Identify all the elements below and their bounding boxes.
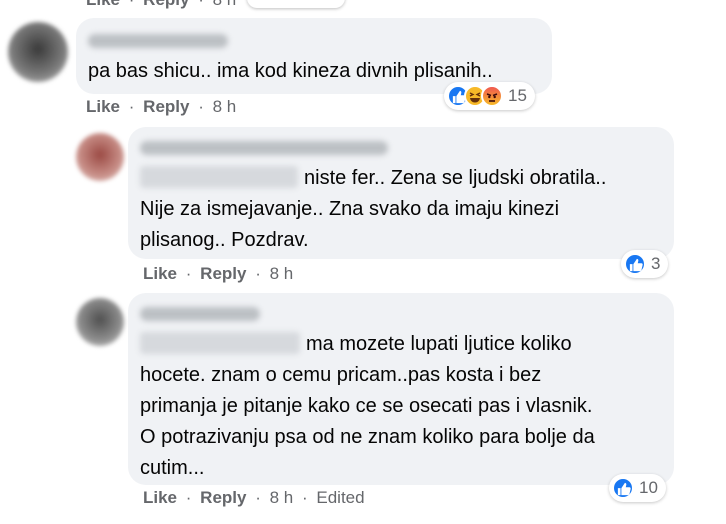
reply-link[interactable]: Reply [200, 488, 246, 507]
reactions-summary[interactable]: 3 [621, 250, 669, 278]
like-link[interactable]: Like [143, 264, 177, 283]
comment-bubble: niste fer.. Zena se ljudski obratila.. N… [128, 127, 674, 259]
comment-text: niste fer.. Zena se ljudski obratila.. N… [140, 166, 607, 251]
reply-link[interactable]: Reply [143, 97, 189, 116]
author-name[interactable] [140, 307, 260, 321]
reaction-count: 3 [651, 254, 661, 273]
mention-link[interactable] [140, 166, 298, 188]
comment-text: ma mozete lupati ljutice koliko hocete. … [140, 332, 595, 479]
like-icon [624, 253, 646, 275]
comment-actions: Like · Reply · 8 h [143, 264, 294, 283]
comment-actions: Like · Reply · 8 h · Edited [143, 488, 365, 507]
comment-bubble: ma mozete lupati ljutice koliko hocete. … [128, 293, 674, 485]
author-name[interactable] [88, 34, 228, 48]
reactions-summary[interactable] [247, 0, 345, 8]
reply-link[interactable]: Reply [143, 0, 189, 9]
comment-time[interactable]: 8 h [270, 264, 294, 283]
comment-time[interactable]: 8 h [270, 488, 294, 507]
reactions-summary[interactable]: 10 [609, 474, 666, 502]
edited-label[interactable]: Edited [316, 488, 364, 507]
comment-time[interactable]: 8 h [213, 97, 237, 116]
like-link[interactable]: Like [143, 488, 177, 507]
comment-time[interactable]: 8 h [213, 0, 237, 9]
mention-link[interactable] [140, 332, 300, 354]
angry-icon [481, 85, 503, 107]
avatar[interactable] [76, 298, 124, 346]
reaction-count: 10 [639, 478, 658, 497]
comment-actions: Like · Reply · 8 h [86, 0, 236, 10]
like-icon [612, 477, 634, 499]
comment-actions: Like · Reply · 8 h [86, 97, 237, 116]
like-link[interactable]: Like [86, 97, 120, 116]
like-link[interactable]: Like [86, 0, 120, 9]
avatar[interactable] [8, 22, 68, 82]
reactions-summary[interactable]: 15 [444, 82, 535, 110]
author-name[interactable] [140, 141, 388, 155]
reply-link[interactable]: Reply [200, 264, 246, 283]
reaction-count: 15 [508, 86, 527, 105]
avatar[interactable] [76, 133, 124, 181]
